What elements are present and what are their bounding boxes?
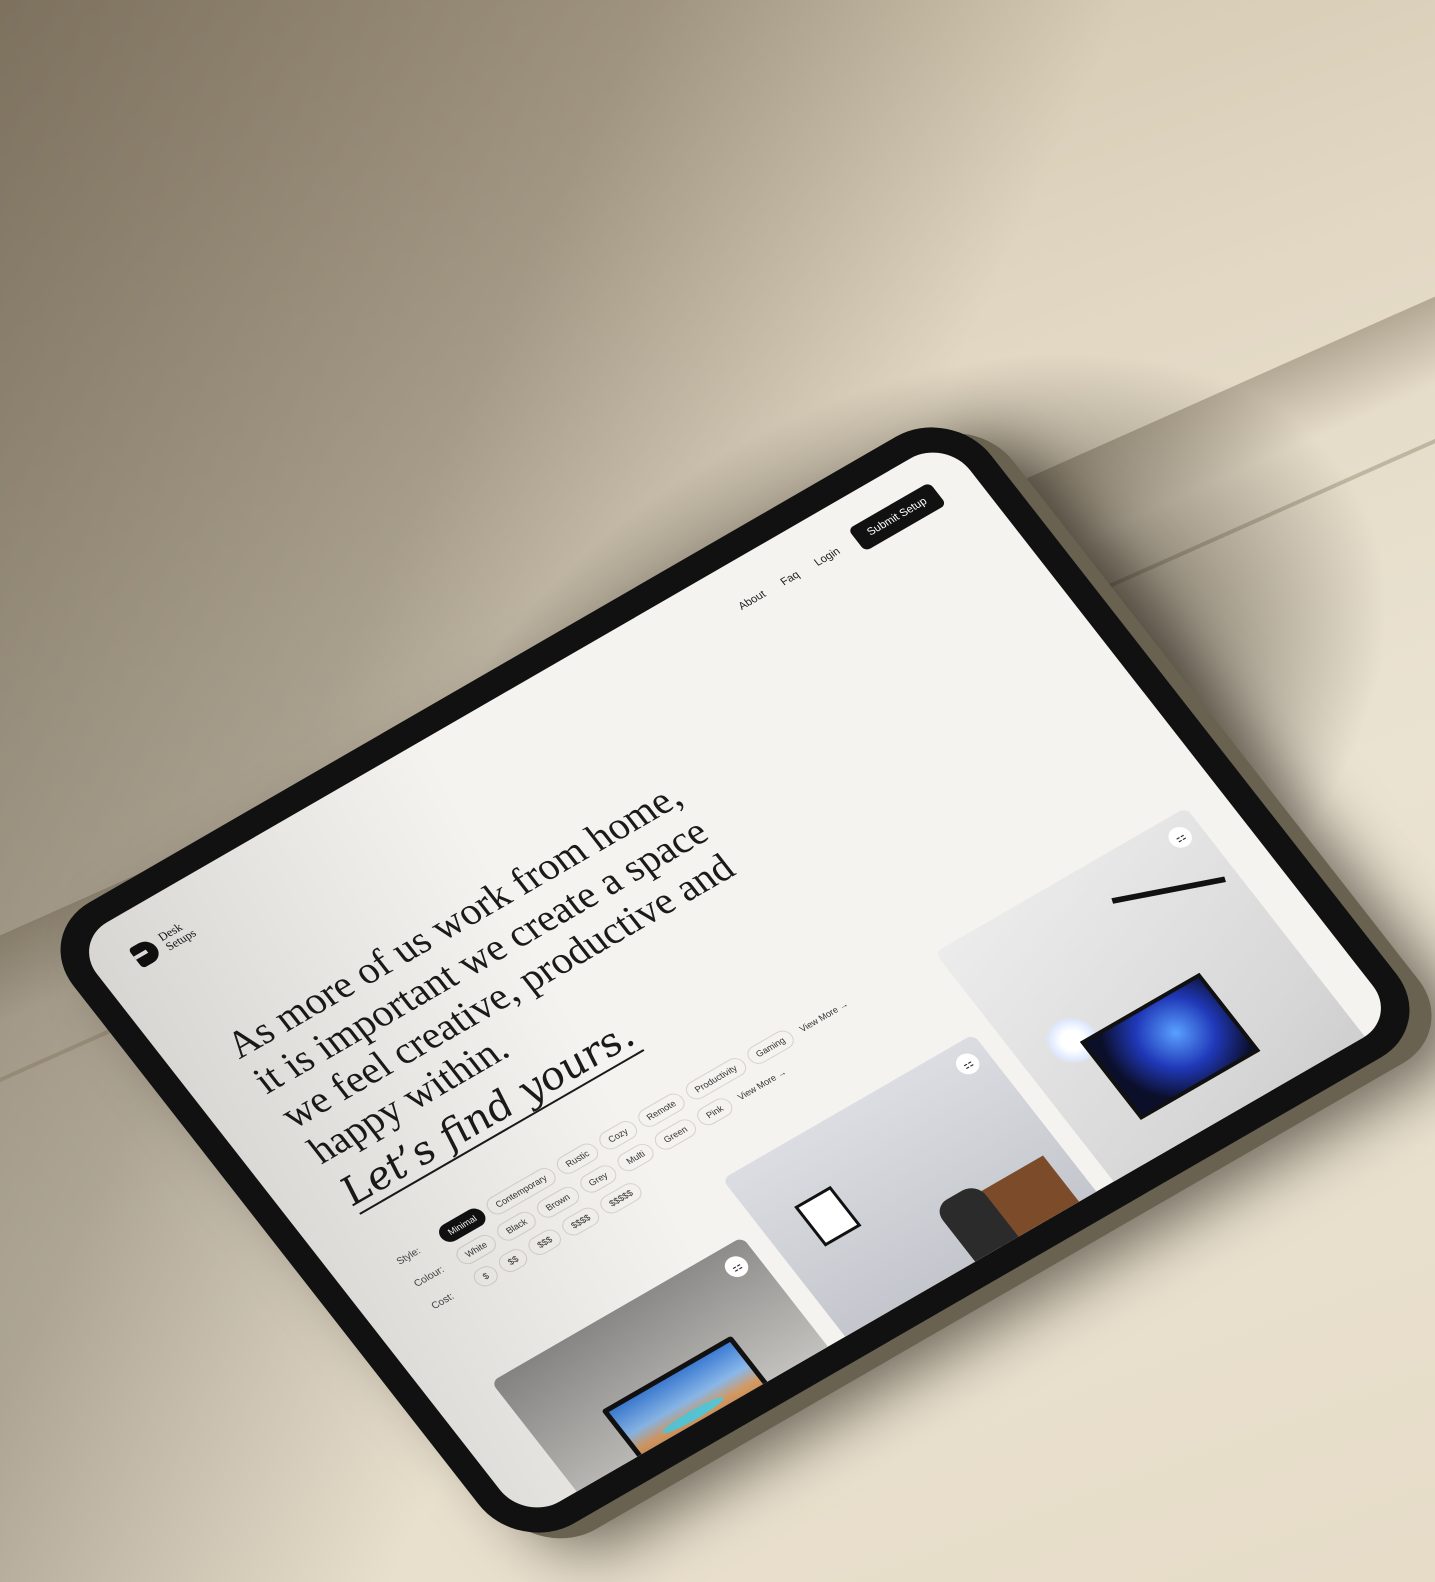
bookmark-icon[interactable]: ⚏	[951, 1049, 985, 1079]
bookmark-icon[interactable]: ⚏	[1163, 823, 1197, 852]
bookmark-icon[interactable]: ⚏	[720, 1252, 753, 1281]
wallpaper-glow	[1085, 978, 1255, 1115]
wall-art-frame	[794, 1185, 862, 1247]
monitor-arm	[1111, 876, 1227, 904]
monitor-image	[1079, 972, 1261, 1120]
